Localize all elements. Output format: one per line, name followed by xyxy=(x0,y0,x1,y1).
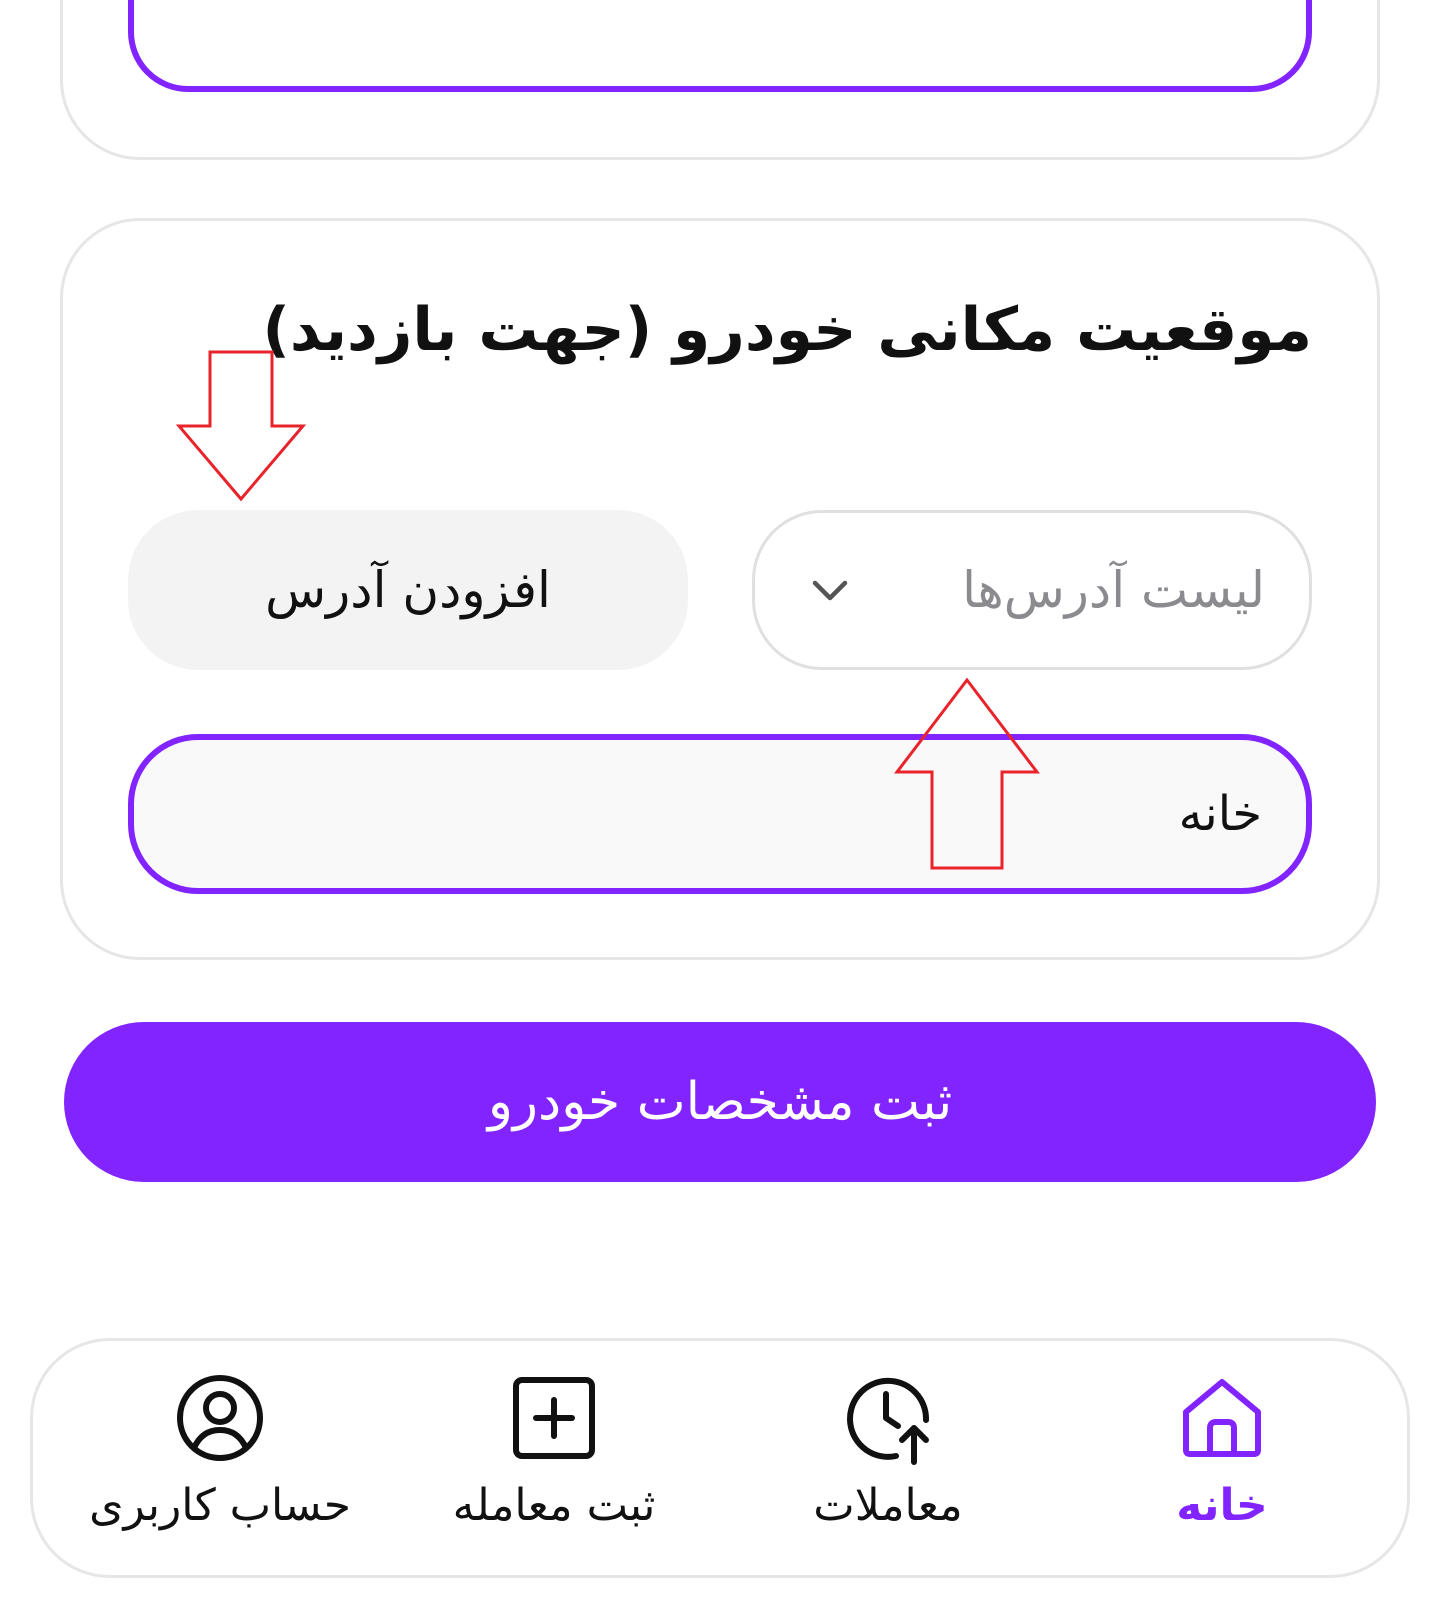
nav-item-transactions[interactable]: معاملات xyxy=(738,1370,1038,1550)
nav-item-account[interactable]: حساب کاربری xyxy=(70,1370,370,1550)
submit-car-details-button[interactable]: ثبت مشخصات خودرو xyxy=(64,1022,1376,1182)
section-title: موقعیت مکانی خودرو (جهت بازدید) xyxy=(262,295,1312,365)
previous-card-field[interactable] xyxy=(128,0,1312,92)
selected-address-field[interactable]: خانه xyxy=(128,734,1312,894)
nav-item-label: معاملات xyxy=(813,1480,963,1531)
nav-item-label: ثبت معامله xyxy=(452,1480,656,1531)
add-address-button[interactable]: افزودن آدرس xyxy=(128,510,688,670)
nav-item-label: حساب کاربری xyxy=(89,1480,351,1531)
chevron-down-icon xyxy=(812,580,848,601)
history-icon xyxy=(847,1377,930,1465)
nav-item-new-transaction[interactable]: ثبت معامله xyxy=(404,1370,704,1550)
nav-item-label: خانه xyxy=(1176,1480,1268,1531)
screen: موقعیت مکانی خودرو (جهت بازدید) افزودن آ… xyxy=(0,0,1440,1606)
selected-address-value: خانه xyxy=(1178,786,1262,842)
nav-item-home[interactable]: خانه xyxy=(1072,1370,1372,1550)
address-list-dropdown[interactable]: لیست آدرس‌ها xyxy=(752,510,1312,670)
user-circle-icon xyxy=(177,1375,263,1461)
add-square-icon xyxy=(513,1377,595,1459)
address-list-placeholder: لیست آدرس‌ها xyxy=(962,561,1265,619)
home-icon xyxy=(1183,1379,1261,1457)
